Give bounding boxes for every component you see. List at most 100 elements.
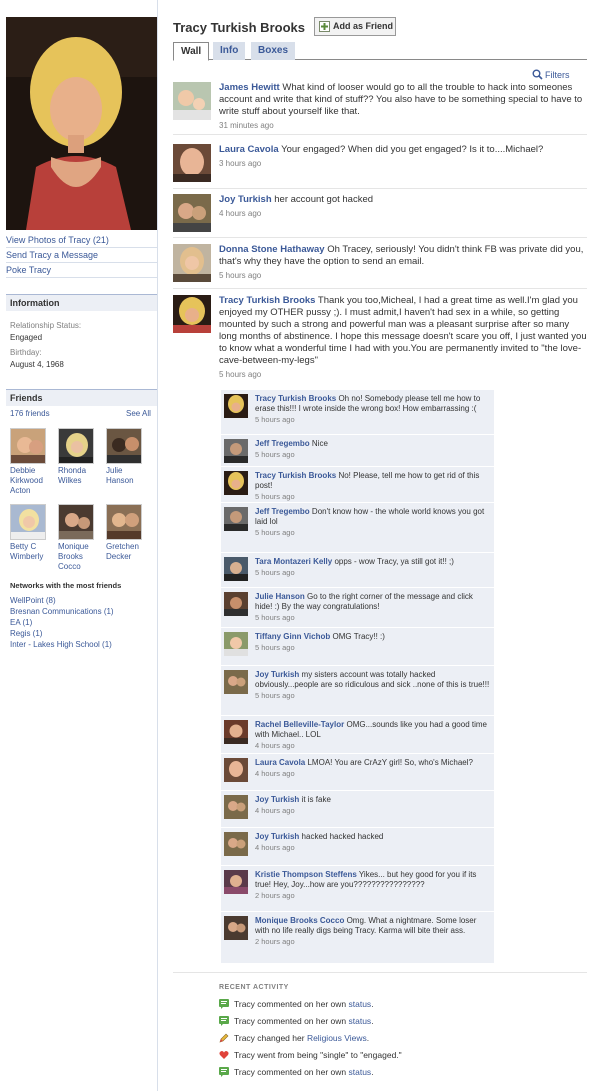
comment-timestamp: 2 hours ago — [255, 937, 295, 946]
post-timestamp[interactable]: 3 hours ago — [219, 158, 587, 170]
friend-tile[interactable]: Julie Hanson — [106, 428, 148, 486]
comment-timestamp: 2 hours ago — [255, 891, 295, 900]
friend-name[interactable]: Debbie Kirkwood Acton — [10, 466, 52, 496]
add-friend-button[interactable]: Add as Friend — [314, 17, 396, 36]
filters-link[interactable]: Filters — [532, 69, 570, 80]
activity-link[interactable]: Religious Views — [307, 1033, 367, 1043]
post-author[interactable]: Joy Turkish — [219, 194, 272, 205]
avatar[interactable] — [224, 557, 248, 581]
comment-author[interactable]: Laura Cavola — [255, 758, 305, 767]
friend-photo[interactable] — [106, 428, 142, 464]
comment-author[interactable]: Jeff Tregembo — [255, 439, 310, 448]
comment-author[interactable]: Joy Turkish — [255, 832, 299, 841]
tab-info[interactable]: Info — [213, 42, 246, 60]
comment-author[interactable]: Kristie Thompson Steffens — [255, 870, 357, 879]
activity-link[interactable]: status — [349, 999, 372, 1009]
avatar[interactable] — [224, 916, 248, 940]
avatar[interactable] — [224, 795, 248, 819]
friend-name[interactable]: Gretchen Decker — [106, 542, 148, 562]
friend-tile[interactable]: Gretchen Decker — [106, 504, 148, 562]
comment-icon — [219, 1016, 229, 1026]
friends-heading: Friends — [6, 389, 157, 406]
post-author[interactable]: Tracy Turkish Brooks — [219, 295, 315, 306]
post-timestamp[interactable]: 5 hours ago — [219, 270, 587, 282]
post-author[interactable]: Laura Cavola — [219, 144, 279, 155]
avatar[interactable] — [173, 244, 211, 282]
avatar[interactable] — [173, 144, 211, 182]
network-link[interactable]: WellPoint (8) — [10, 596, 56, 605]
comment-author[interactable]: Tracy Turkish Brooks — [255, 394, 336, 403]
post-timestamp[interactable]: 5 hours ago — [219, 369, 587, 381]
post-author[interactable]: James Hewitt — [219, 82, 280, 93]
friend-name[interactable]: Julie Hanson — [106, 466, 148, 486]
comment: Tara Montazeri Kelly opps - wow Tracy, y… — [221, 553, 494, 588]
avatar[interactable] — [224, 758, 248, 782]
comment: Kristie Thompson Steffens Yikes... but h… — [221, 866, 494, 912]
friend-tile[interactable]: Debbie Kirkwood Acton — [10, 428, 52, 496]
profile-photo[interactable] — [6, 17, 157, 230]
birthday-value: August 4, 1968 — [10, 360, 64, 369]
avatar[interactable] — [224, 720, 248, 744]
avatar[interactable] — [173, 194, 211, 232]
avatar[interactable] — [173, 82, 211, 120]
comment-timestamp: 5 hours ago — [255, 613, 295, 622]
friend-tile[interactable]: Betty C Wimberly — [10, 504, 52, 562]
comment-author[interactable]: Jeff Tregembo — [255, 507, 310, 516]
avatar[interactable] — [224, 632, 248, 656]
wall-post: Joy Turkish her account got hacked 4 hour… — [173, 194, 587, 238]
avatar[interactable] — [173, 295, 211, 333]
tab-boxes[interactable]: Boxes — [251, 42, 296, 60]
post-timestamp[interactable]: 31 minutes ago — [219, 120, 587, 132]
friend-photo[interactable] — [106, 504, 142, 540]
friend-photo[interactable] — [10, 428, 46, 464]
comment-author[interactable]: Tracy Turkish Brooks — [255, 471, 336, 480]
send-message-link[interactable]: Send Tracy a Message — [6, 248, 157, 263]
friend-tile[interactable]: Monique Brooks Cocco — [58, 504, 100, 572]
comment-author[interactable]: Tiffany Ginn Vichob — [255, 632, 330, 641]
friend-name[interactable]: Monique Brooks Cocco — [58, 542, 100, 572]
avatar[interactable] — [224, 471, 248, 495]
avatar[interactable] — [224, 832, 248, 856]
comment-author[interactable]: Joy Turkish — [255, 670, 299, 679]
friend-photo[interactable] — [58, 504, 94, 540]
network-link[interactable]: Inter - Lakes High School (1) — [10, 640, 112, 649]
add-friend-icon — [319, 21, 330, 32]
comment: Julie Hanson Go to the right corner of t… — [221, 588, 494, 628]
comment-timestamp: 4 hours ago — [255, 769, 295, 778]
friend-tile[interactable]: Rhonda Wilkes — [58, 428, 100, 486]
comment-text: LMOA! You are CrAzY girl! So, who's Mich… — [307, 758, 473, 767]
friend-name[interactable]: Rhonda Wilkes — [58, 466, 100, 486]
poke-link[interactable]: Poke Tracy — [6, 263, 157, 278]
post-timestamp[interactable]: 4 hours ago — [219, 208, 587, 220]
comment-author[interactable]: Julie Hanson — [255, 592, 305, 601]
see-all-link[interactable]: See All — [126, 409, 151, 418]
tab-wall[interactable]: Wall — [173, 42, 210, 61]
avatar[interactable] — [224, 870, 248, 894]
avatar[interactable] — [224, 507, 248, 531]
friend-photo[interactable] — [58, 428, 94, 464]
avatar[interactable] — [224, 592, 248, 616]
post-author[interactable]: Donna Stone Hathaway — [219, 244, 325, 255]
friend-name[interactable]: Betty C Wimberly — [10, 542, 52, 562]
comment-text: Nice — [311, 439, 328, 448]
avatar[interactable] — [224, 670, 248, 694]
activity-link[interactable]: status — [349, 1067, 372, 1077]
view-photos-link[interactable]: View Photos of Tracy (21) — [6, 233, 157, 248]
activity-link[interactable]: status — [349, 1016, 372, 1026]
friend-photo[interactable] — [10, 504, 46, 540]
comment-author[interactable]: Tara Montazeri Kelly — [255, 557, 332, 566]
network-link[interactable]: Bresnan Communications (1) — [10, 607, 114, 616]
network-link[interactable]: EA (1) — [10, 618, 32, 627]
friends-count-link[interactable]: 176 friends — [10, 409, 50, 418]
avatar[interactable] — [224, 439, 248, 463]
comment: Jeff Tregembo Nice 5 hours ago — [221, 435, 494, 467]
comment-author[interactable]: Rachel Belleville-Taylor — [255, 720, 344, 729]
comment: Joy Turkish my sisters account was total… — [221, 666, 494, 716]
comment-timestamp: 4 hours ago — [255, 741, 295, 750]
avatar[interactable] — [224, 394, 248, 418]
comment-author[interactable]: Joy Turkish — [255, 795, 299, 804]
network-link[interactable]: Regis (1) — [10, 629, 42, 638]
comment-icon — [219, 1067, 229, 1077]
comment-author[interactable]: Monique Brooks Cocco — [255, 916, 344, 925]
post-text: her account got hacked — [274, 194, 374, 205]
